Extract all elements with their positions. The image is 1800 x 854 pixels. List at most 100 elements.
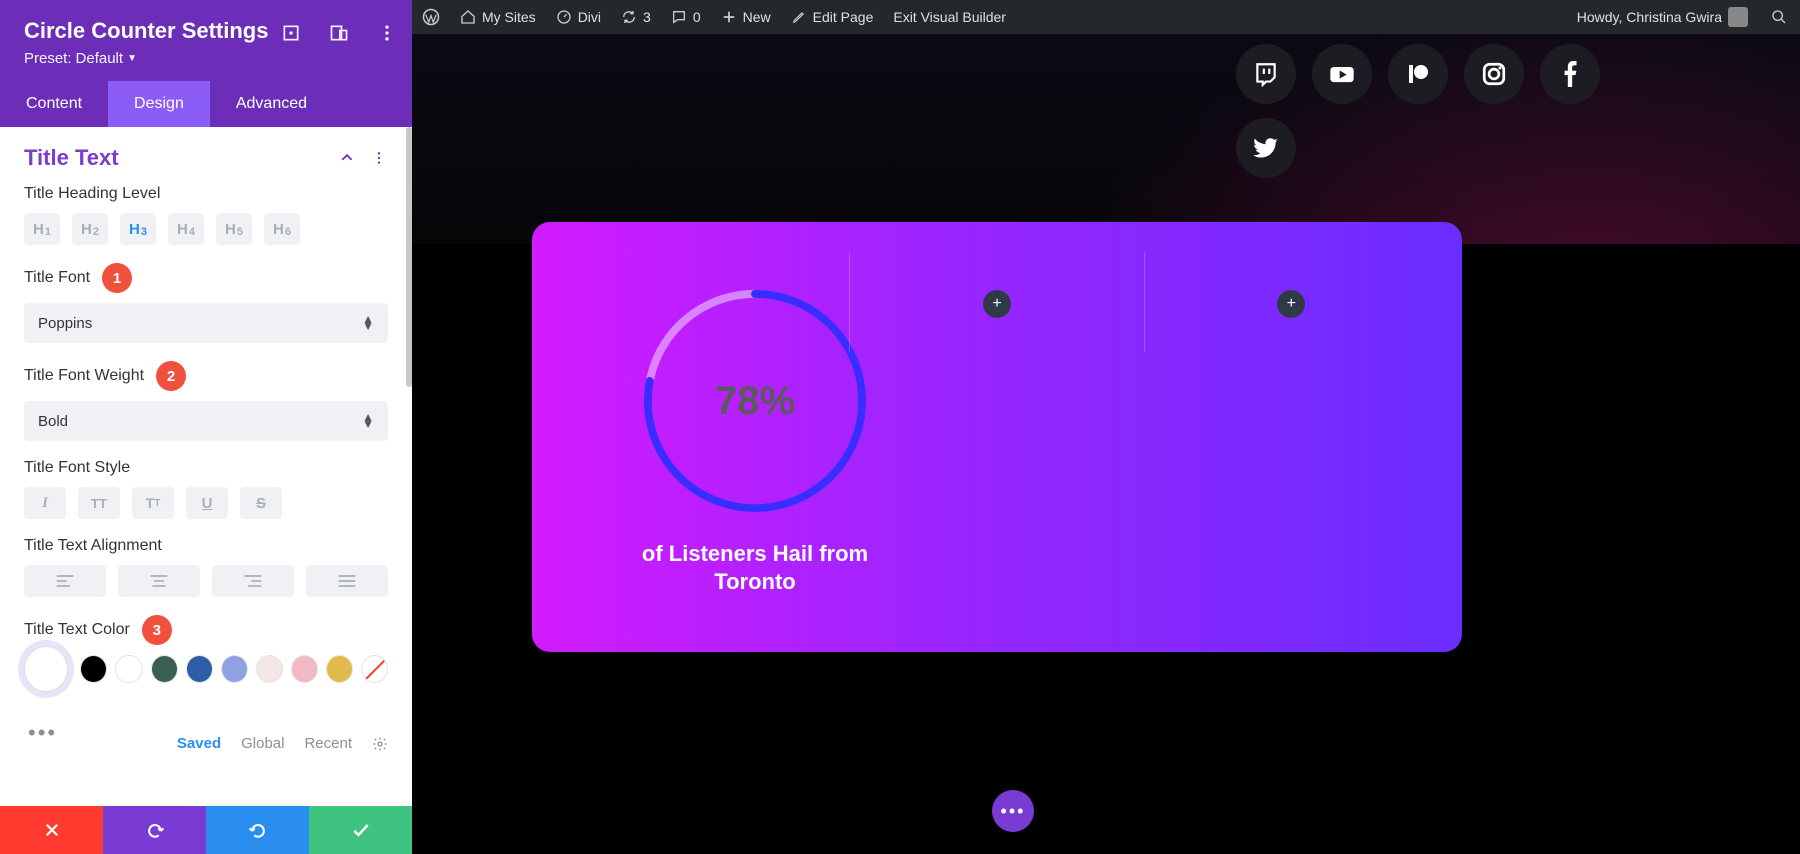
plus-icon	[721, 9, 737, 25]
counter-value: 78%	[636, 282, 874, 520]
heading-h6[interactable]: H6	[264, 213, 300, 245]
swatch-cream[interactable]	[256, 655, 283, 683]
panel-footer	[0, 806, 412, 854]
builder-fab[interactable]: •••	[992, 790, 1034, 832]
style-uppercase[interactable]: TT	[78, 487, 120, 519]
social-instagram[interactable]	[1464, 44, 1524, 104]
swatch-blue[interactable]	[186, 655, 213, 683]
hero-section	[412, 34, 1800, 244]
card-col-2: +	[849, 252, 1143, 352]
save-button[interactable]	[309, 806, 412, 854]
counter-title: of Listeners Hail from Toronto	[636, 540, 874, 595]
wp-logo[interactable]	[422, 8, 440, 26]
wp-howdy[interactable]: Howdy, Christina Gwira	[1577, 7, 1748, 27]
wp-comments[interactable]: 0	[671, 9, 701, 25]
style-italic[interactable]: I	[24, 487, 66, 519]
align-left[interactable]	[24, 565, 106, 597]
social-facebook[interactable]	[1540, 44, 1600, 104]
settings-panel: Circle Counter Settings Preset: Default …	[0, 0, 412, 854]
title-font-select[interactable]: Poppins ▲▼	[24, 303, 388, 343]
wp-edit-page[interactable]: Edit Page	[791, 9, 874, 25]
title-font-weight-select[interactable]: Bold ▲▼	[24, 401, 388, 441]
wp-my-sites[interactable]: My Sites	[460, 9, 536, 25]
social-patreon[interactable]	[1388, 44, 1448, 104]
label-title-font-weight: Title Font Weight 2	[24, 361, 388, 391]
heading-level-group: H1 H2 H3 H4 H5 H6	[24, 213, 388, 245]
panel-body: Title Text Title Heading Level H1 H2 H3 …	[0, 127, 412, 806]
add-module-button[interactable]: +	[1277, 290, 1305, 318]
swatch-black[interactable]	[80, 655, 107, 683]
search-icon[interactable]	[1768, 6, 1790, 28]
social-twitter[interactable]	[1236, 118, 1296, 178]
stats-card: 78% of Listeners Hail from Toronto + +	[532, 222, 1462, 652]
wp-divi[interactable]: Divi	[556, 9, 601, 25]
style-underline[interactable]: U	[186, 487, 228, 519]
comment-icon	[671, 9, 687, 25]
avatar	[1728, 7, 1748, 27]
label-title-font-weight-text: Title Font Weight	[24, 367, 144, 385]
social-twitch[interactable]	[1236, 44, 1296, 104]
more-icon[interactable]: •••	[28, 720, 57, 746]
label-title-color: Title Text Color 3	[24, 615, 388, 645]
style-smallcaps[interactable]: TT	[132, 487, 174, 519]
add-module-button[interactable]: +	[983, 290, 1011, 318]
redo-button[interactable]	[206, 806, 309, 854]
card-col-1: 78% of Listeners Hail from Toronto	[556, 252, 849, 352]
swatch-pink[interactable]	[291, 655, 318, 683]
kebab-menu-icon[interactable]	[376, 22, 398, 44]
style-strikethrough[interactable]: S	[240, 487, 282, 519]
footer-recent[interactable]: Recent	[304, 735, 352, 752]
swatch-current[interactable]	[24, 646, 68, 692]
swatch-green[interactable]	[151, 655, 178, 683]
heading-h2[interactable]: H2	[72, 213, 108, 245]
undo-button[interactable]	[103, 806, 206, 854]
counter-title-line1: of Listeners Hail from	[642, 541, 868, 566]
swatch-gold[interactable]	[326, 655, 353, 683]
footer-saved[interactable]: Saved	[177, 735, 221, 752]
align-justify[interactable]	[306, 565, 388, 597]
wp-exit-builder[interactable]: Exit Visual Builder	[893, 9, 1006, 25]
expand-icon[interactable]	[280, 22, 302, 44]
preset-dropdown[interactable]: Preset: Default ▼	[24, 50, 388, 67]
wp-new-label: New	[743, 9, 771, 25]
cancel-button[interactable]	[0, 806, 103, 854]
counter-title-line2: Toronto	[714, 569, 795, 594]
section-kebab-icon[interactable]	[370, 149, 388, 167]
label-heading-level: Title Heading Level	[24, 185, 388, 203]
label-title-font: Title Font 1	[24, 263, 388, 293]
preset-label: Preset:	[24, 50, 72, 67]
tab-design[interactable]: Design	[108, 81, 210, 127]
heading-h4[interactable]: H4	[168, 213, 204, 245]
responsive-icon[interactable]	[328, 22, 350, 44]
section-title: Title Text	[24, 145, 119, 171]
panel-header: Circle Counter Settings Preset: Default …	[0, 0, 412, 81]
label-title-alignment: Title Text Alignment	[24, 537, 388, 555]
gear-icon[interactable]	[372, 736, 388, 752]
refresh-icon	[621, 9, 637, 25]
align-right[interactable]	[212, 565, 294, 597]
preset-value: Default	[76, 50, 124, 67]
alignment-group	[24, 565, 388, 597]
pencil-icon	[791, 9, 807, 25]
tab-content[interactable]: Content	[0, 81, 108, 127]
house-icon	[460, 9, 476, 25]
social-youtube[interactable]	[1312, 44, 1372, 104]
heading-h1[interactable]: H1	[24, 213, 60, 245]
swatch-white[interactable]	[115, 655, 142, 683]
color-swatches	[24, 655, 388, 692]
wp-updates[interactable]: 3	[621, 9, 651, 25]
footer-global[interactable]: Global	[241, 735, 284, 752]
heading-h5[interactable]: H5	[216, 213, 252, 245]
heading-h3[interactable]: H3	[120, 213, 156, 245]
collapse-icon[interactable]	[338, 149, 356, 167]
swatch-none[interactable]	[361, 655, 388, 683]
swatch-lightblue[interactable]	[221, 655, 248, 683]
panel-tabs: Content Design Advanced	[0, 81, 412, 127]
annotation-badge-1: 1	[102, 263, 132, 293]
tab-advanced[interactable]: Advanced	[210, 81, 333, 127]
wp-my-sites-label: My Sites	[482, 9, 536, 25]
wp-new[interactable]: New	[721, 9, 771, 25]
chevron-down-icon: ▼	[127, 53, 137, 64]
align-center[interactable]	[118, 565, 200, 597]
wp-howdy-label: Howdy, Christina Gwira	[1577, 9, 1722, 25]
